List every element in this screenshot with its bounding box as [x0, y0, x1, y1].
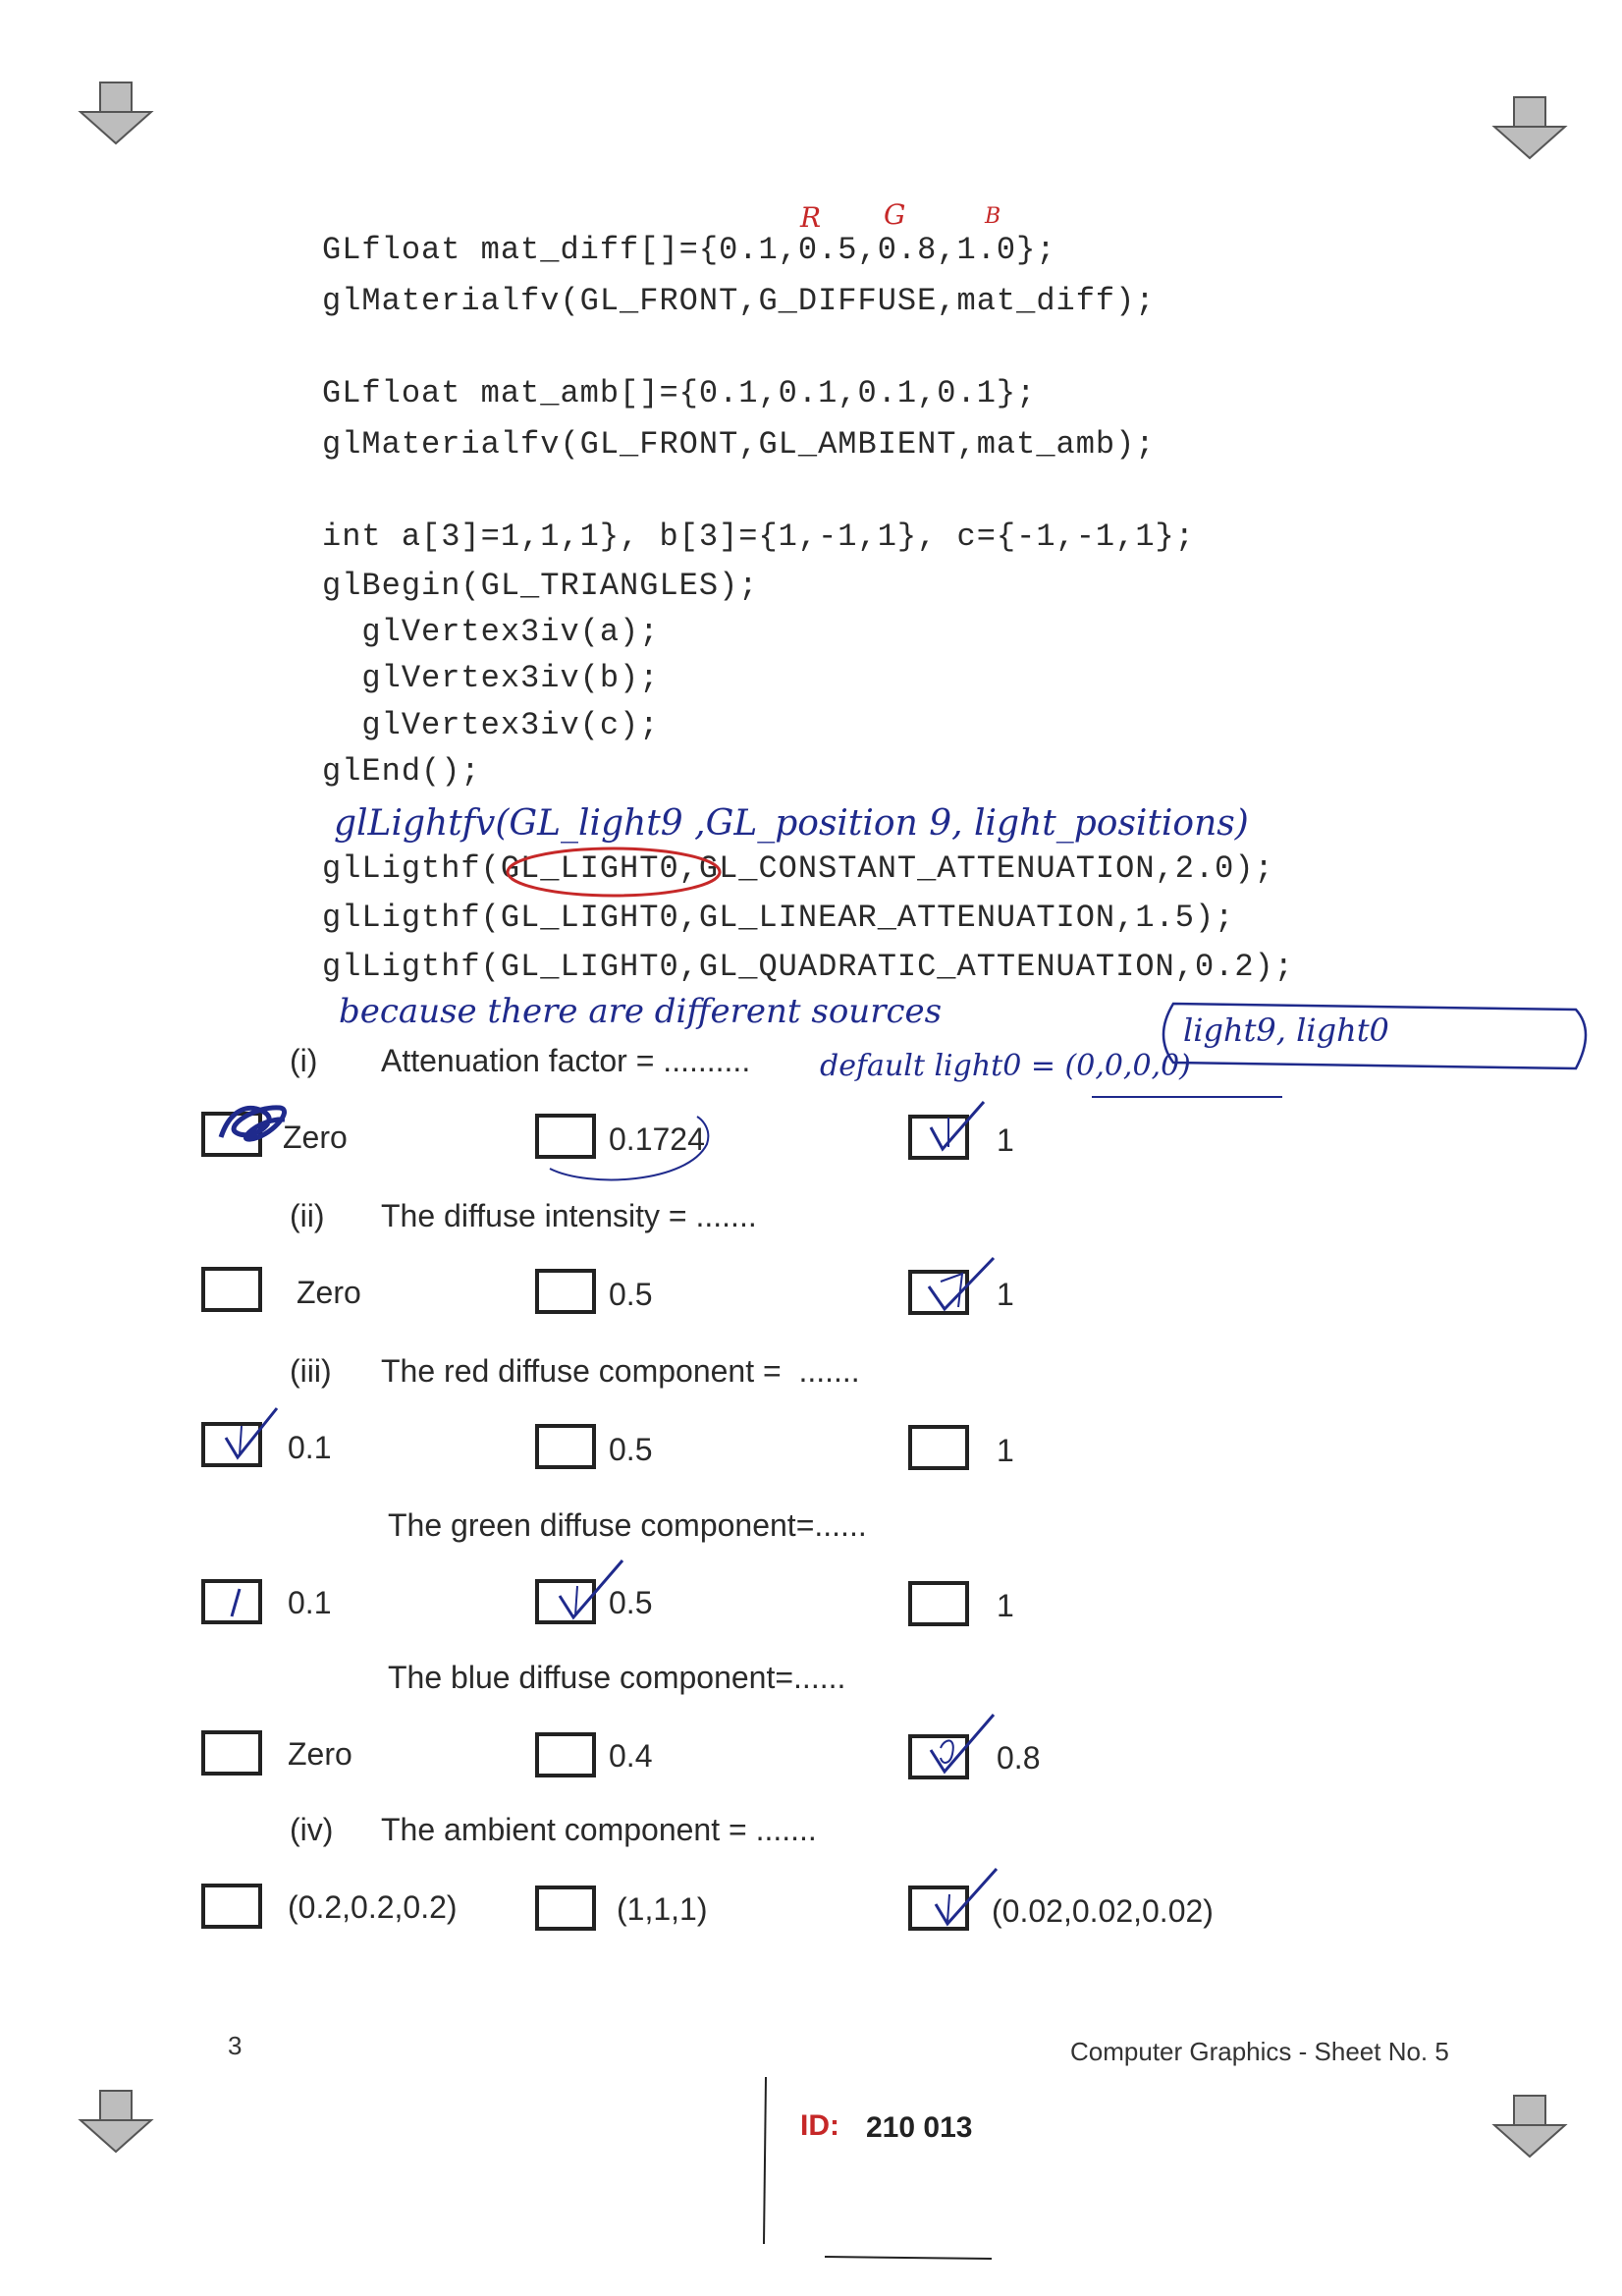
handwritten-b-mark: B: [985, 204, 1001, 229]
handwritten-arc: [549, 1116, 710, 1181]
option-checkbox[interactable]: [535, 1269, 596, 1314]
option-label: 1: [997, 1433, 1014, 1468]
handwritten-g-mark: G: [884, 198, 906, 231]
option-label: 1: [997, 1122, 1014, 1158]
option-label: (0.2,0.2,0.2): [288, 1889, 458, 1925]
option-checkbox[interactable]: [535, 1886, 596, 1931]
code-line: glVertex3iv(a);: [322, 614, 660, 650]
option-label: Zero: [288, 1736, 352, 1772]
option-checkbox[interactable]: [535, 1732, 596, 1777]
down-arrow-icon: [1491, 96, 1568, 160]
option-checkbox[interactable]: [908, 1425, 969, 1470]
option-label: 0.1: [288, 1430, 332, 1465]
down-arrow-icon: [78, 82, 154, 145]
option-checkbox[interactable]: [201, 1884, 262, 1929]
question-text: The ambient component = .......: [381, 1812, 817, 1847]
option-label: 1: [997, 1588, 1014, 1623]
option-label: 0.5: [609, 1585, 653, 1620]
code-line: glMaterialfv(GL_FRONT,G_DIFFUSE,mat_diff…: [322, 283, 1156, 319]
code-line: GLfloat mat_amb[]={0.1,0.1,0.1,0.1};: [322, 375, 1037, 411]
question-number: (ii): [290, 1198, 325, 1233]
question-number: (iii): [290, 1353, 332, 1389]
check-mark-icon: [927, 1256, 996, 1312]
down-arrow-icon: [78, 2090, 154, 2154]
check-mark-icon: [929, 1101, 986, 1152]
slash-mark-icon: [230, 1588, 242, 1617]
down-arrow-icon: [1491, 2095, 1568, 2159]
option-label: 0.5: [609, 1277, 653, 1312]
question-number: (iv): [290, 1812, 334, 1847]
code-line: glVertex3iv(c);: [322, 707, 660, 743]
question-number: (i): [290, 1043, 318, 1078]
handwritten-underline: [1092, 1096, 1282, 1098]
check-mark-icon: [224, 1407, 279, 1460]
red-circle-annotation: [506, 847, 722, 898]
option-checkbox[interactable]: [201, 1267, 262, 1312]
handwritten-bubble: [1162, 1002, 1588, 1070]
option-label: Zero: [283, 1120, 348, 1155]
code-line: glLigthf(GL_LIGHT0,GL_QUADRATIC_ATTENUAT…: [322, 949, 1294, 985]
option-label: Zero: [297, 1275, 361, 1310]
code-line: glLigthf(GL_LIGHT0,GL_LINEAR_ATTENUATION…: [322, 900, 1235, 936]
handwritten-note-lightfv: glLightfv(GL_light9 ,GL_position 9, ligh…: [334, 803, 1249, 844]
code-line: glVertex3iv(b);: [322, 660, 660, 696]
question-text: The blue diffuse component=......: [388, 1660, 846, 1695]
option-label: 0.1: [288, 1585, 332, 1620]
handwritten-note-because: because there are different sources: [339, 992, 943, 1031]
code-line: int a[3]=1,1,1}, b[3]={1,-1,1}, c={-1,-1…: [322, 519, 1195, 555]
option-label: 0.8: [997, 1740, 1041, 1776]
question-text: The green diffuse component=......: [388, 1507, 867, 1543]
code-line: glEnd();: [322, 753, 481, 790]
id-label: ID:: [800, 2109, 839, 2142]
option-label: 0.4: [609, 1738, 653, 1774]
option-label: (1,1,1): [617, 1891, 708, 1927]
course-title: Computer Graphics - Sheet No. 5: [1070, 2037, 1449, 2066]
option-checkbox[interactable]: [908, 1581, 969, 1626]
question-text: The red diffuse component = .......: [381, 1353, 860, 1389]
check-mark-icon: [929, 1714, 996, 1775]
option-checkbox[interactable]: [535, 1424, 596, 1469]
handwritten-note-default: default light0 = (0,0,0,0): [820, 1049, 1191, 1083]
question-text: The diffuse intensity = .......: [381, 1198, 757, 1233]
code-line: glBegin(GL_TRIANGLES);: [322, 568, 759, 604]
id-value: 210 013: [866, 2111, 973, 2144]
option-label: 0.5: [609, 1432, 653, 1467]
question-text: Attenuation factor = ..........: [381, 1043, 751, 1078]
page-number: 3: [228, 2031, 243, 2060]
option-label: (0.02,0.02,0.02): [992, 1893, 1214, 1929]
code-line: glLigthf(GL_LIGHT0,GL_CONSTANT_ATTENUATI…: [322, 850, 1274, 887]
option-checkbox[interactable]: [201, 1730, 262, 1776]
option-label: 1: [997, 1277, 1014, 1312]
id-box-lines: [763, 2076, 993, 2260]
handwritten-r-mark: R: [800, 201, 822, 234]
code-line: glMaterialfv(GL_FRONT,GL_AMBIENT,mat_amb…: [322, 426, 1156, 463]
code-line: GLfloat mat_diff[]={0.1,0.5,0.8,1.0};: [322, 232, 1056, 268]
